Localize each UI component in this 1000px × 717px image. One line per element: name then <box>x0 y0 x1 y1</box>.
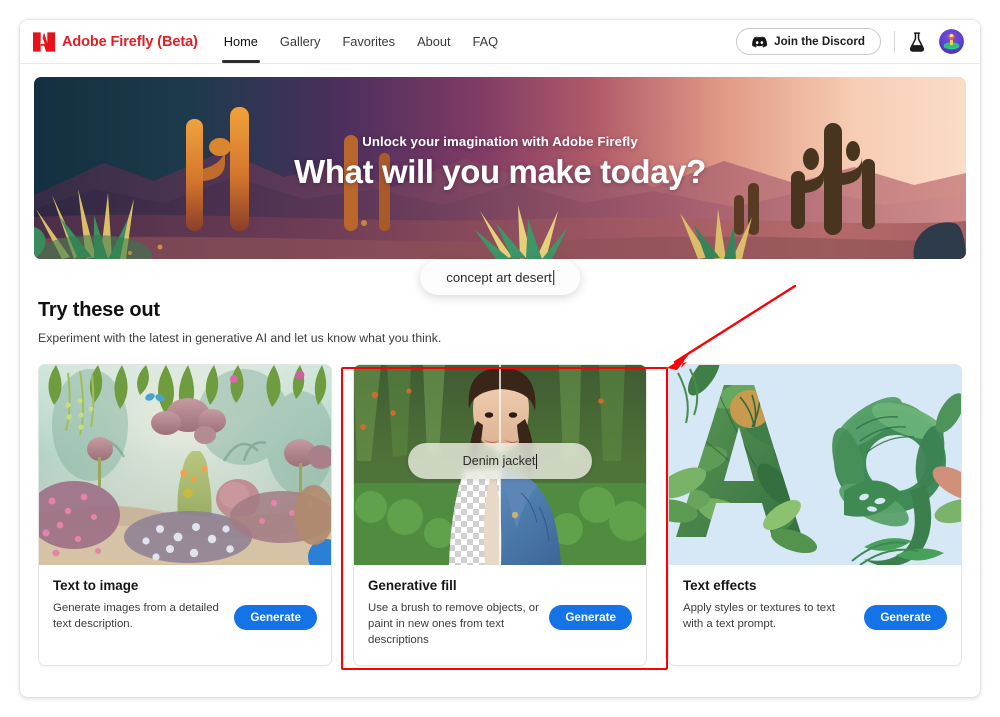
join-discord-label: Join the Discord <box>774 35 865 48</box>
hero-section: Unlock your imagination with Adobe Firef… <box>20 64 980 259</box>
section-subtitle: Experiment with the latest in generative… <box>38 331 442 345</box>
leafy-letters-image <box>669 365 961 565</box>
card-generative-fill[interactable]: Denim jacket Generative fill Use a brush… <box>353 364 647 666</box>
brand-logo[interactable]: Adobe Firefly (Beta) <box>33 31 198 52</box>
hero-banner: Unlock your imagination with Adobe Firef… <box>34 77 966 259</box>
card-title: Generative fill <box>368 578 457 593</box>
hero-prompt-input[interactable]: concept art desert <box>420 260 580 295</box>
user-avatar[interactable] <box>939 29 964 54</box>
section-title: Try these out <box>38 299 160 321</box>
nav-item-home[interactable]: Home <box>221 31 261 63</box>
card-footer: Apply styles or textures to text with a … <box>683 600 947 632</box>
screenshot-root: Adobe Firefly (Beta) Home Gallery Favori… <box>0 0 1000 717</box>
card-footer: Use a brush to remove objects, or paint … <box>368 600 632 649</box>
card-text-effects[interactable]: Text effects Apply styles or textures to… <box>668 364 962 666</box>
card-media-text-to-image <box>39 365 331 565</box>
main-nav: Home Gallery Favorites About FAQ <box>221 31 499 63</box>
card-description: Use a brush to remove objects, or paint … <box>368 602 539 647</box>
firefly-app-window: Adobe Firefly (Beta) Home Gallery Favori… <box>20 20 980 697</box>
adobe-a-logo-icon <box>33 31 55 52</box>
discord-icon <box>752 36 768 47</box>
generative-fill-prompt-value: Denim jacket <box>462 454 536 468</box>
card-title: Text to image <box>53 578 139 593</box>
app-header: Adobe Firefly (Beta) Home Gallery Favori… <box>20 20 980 64</box>
feature-card-list: Text to image Generate images from a det… <box>38 364 962 666</box>
card-media-text-effects <box>669 365 961 565</box>
try-these-out-section: Try these out Experiment with the latest… <box>20 259 980 666</box>
nav-item-about[interactable]: About <box>417 31 450 53</box>
card-description: Generate images from a detailed text des… <box>53 602 219 631</box>
text-cursor <box>552 270 554 285</box>
header-actions: Join the Discord <box>736 28 964 55</box>
generate-button-generative-fill[interactable]: Generate <box>549 605 632 630</box>
nav-item-faq[interactable]: FAQ <box>473 31 499 53</box>
card-body-text-effects: Text effects Apply styles or textures to… <box>669 565 961 648</box>
join-discord-button[interactable]: Join the Discord <box>736 28 881 55</box>
nav-item-gallery[interactable]: Gallery <box>280 31 321 53</box>
nav-item-favorites[interactable]: Favorites <box>342 31 395 53</box>
hero-desert-image <box>34 77 966 259</box>
card-description: Apply styles or textures to text with a … <box>683 602 835 631</box>
card-body-generative-fill: Generative fill Use a brush to remove ob… <box>354 565 646 665</box>
generate-button-text-to-image[interactable]: Generate <box>234 605 317 630</box>
card-title: Text effects <box>683 578 757 593</box>
generative-fill-prompt-overlay[interactable]: Denim jacket <box>408 443 592 479</box>
card-media-generative-fill: Denim jacket <box>354 365 646 565</box>
card-footer: Generate images from a detailed text des… <box>53 600 317 632</box>
generate-button-text-effects[interactable]: Generate <box>864 605 947 630</box>
beaker-flask-icon[interactable] <box>908 31 926 52</box>
text-cursor <box>536 453 538 469</box>
brand-name: Adobe Firefly (Beta) <box>62 33 198 50</box>
fantasy-garden-image <box>39 365 331 565</box>
header-divider <box>894 30 895 53</box>
card-body-text-to-image: Text to image Generate images from a det… <box>39 565 331 648</box>
hero-prompt-value: concept art desert <box>446 270 552 285</box>
card-text-to-image[interactable]: Text to image Generate images from a det… <box>38 364 332 666</box>
